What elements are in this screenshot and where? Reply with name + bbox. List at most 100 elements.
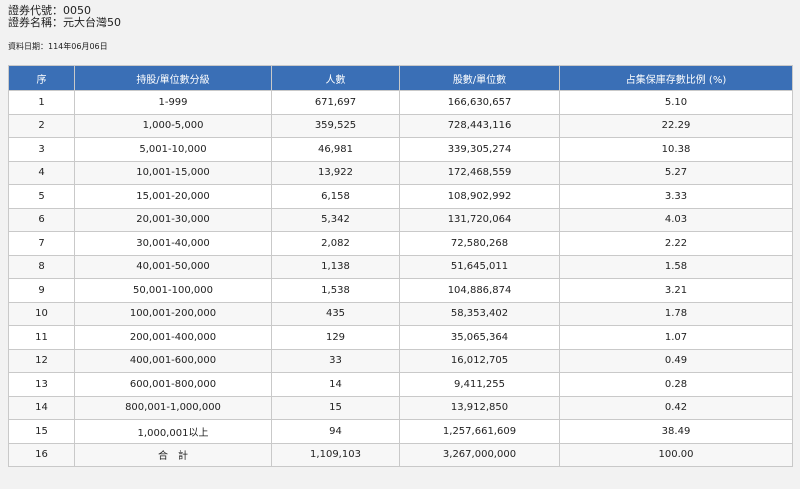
holding-range-cell: 50,001-100,000 bbox=[74, 278, 272, 303]
holding-range-cell: 10,001-15,000 bbox=[74, 160, 272, 185]
holders-cell: 5,342 bbox=[271, 207, 400, 232]
shares-cell: 172,468,559 bbox=[399, 160, 560, 185]
sequence-cell: 8 bbox=[8, 254, 75, 279]
table-row: 1 1-999 671,697 166,630,657 5.10 bbox=[8, 90, 793, 115]
holders-cell: 94 bbox=[271, 419, 400, 444]
holders-cell: 33 bbox=[271, 348, 400, 373]
sequence-cell: 3 bbox=[8, 137, 75, 162]
shares-cell: 16,012,705 bbox=[399, 348, 560, 373]
table-row: 4 10,001-15,000 13,922 172,468,559 5.27 bbox=[8, 160, 793, 185]
sequence-cell: 16 bbox=[8, 442, 75, 467]
holders-cell: 1,109,103 bbox=[271, 442, 400, 467]
column-header-sequence: 序 bbox=[8, 65, 75, 91]
table-row: 13 600,001-800,000 14 9,411,255 0.28 bbox=[8, 372, 793, 397]
shares-cell: 108,902,992 bbox=[399, 184, 560, 209]
column-header-percentage: 占集保庫存數比例 (%) bbox=[559, 65, 793, 91]
table-row: 9 50,001-100,000 1,538 104,886,874 3.21 bbox=[8, 278, 793, 303]
holding-range-cell: 30,001-40,000 bbox=[74, 231, 272, 256]
data-date: 資料日期：114年06月06日 bbox=[8, 42, 108, 51]
sequence-cell: 2 bbox=[8, 113, 75, 138]
shares-cell: 728,443,116 bbox=[399, 113, 560, 138]
shareholding-distribution-table: 序 持股/單位數分級 人數 股數/單位數 占集保庫存數比例 (%) 1 1-999… bbox=[8, 65, 793, 467]
table-row: 5 15,001-20,000 6,158 108,902,992 3.33 bbox=[8, 184, 793, 209]
column-header-shares: 股數/單位數 bbox=[399, 65, 560, 91]
percentage-cell: 1.58 bbox=[559, 254, 793, 279]
shares-cell: 13,912,850 bbox=[399, 395, 560, 420]
shares-cell: 131,720,064 bbox=[399, 207, 560, 232]
holding-range-cell: 400,001-600,000 bbox=[74, 348, 272, 373]
percentage-cell: 0.49 bbox=[559, 348, 793, 373]
shares-cell: 339,305,274 bbox=[399, 137, 560, 162]
table-row: 10 100,001-200,000 435 58,353,402 1.78 bbox=[8, 301, 793, 326]
holding-range-cell: 800,001-1,000,000 bbox=[74, 395, 272, 420]
holders-cell: 6,158 bbox=[271, 184, 400, 209]
table-row: 6 20,001-30,000 5,342 131,720,064 4.03 bbox=[8, 207, 793, 232]
column-header-holding-range: 持股/單位數分級 bbox=[74, 65, 272, 91]
sequence-cell: 15 bbox=[8, 419, 75, 444]
sequence-cell: 6 bbox=[8, 207, 75, 232]
sequence-cell: 1 bbox=[8, 90, 75, 115]
table-row: 11 200,001-400,000 129 35,065,364 1.07 bbox=[8, 325, 793, 350]
security-name-value: 元大台灣50 bbox=[63, 16, 121, 29]
total-row: 16 合 計 1,109,103 3,267,000,000 100.00 bbox=[8, 442, 793, 467]
holders-cell: 1,538 bbox=[271, 278, 400, 303]
percentage-cell: 100.00 bbox=[559, 442, 793, 467]
percentage-cell: 10.38 bbox=[559, 137, 793, 162]
table-row: 14 800,001-1,000,000 15 13,912,850 0.42 bbox=[8, 395, 793, 420]
security-name-label: 證券名稱： bbox=[8, 16, 63, 29]
sequence-cell: 14 bbox=[8, 395, 75, 420]
holders-cell: 13,922 bbox=[271, 160, 400, 185]
tdcc-shareholding-page: { "security": { "code_label": "證券代號：", "… bbox=[0, 0, 800, 489]
holding-range-cell: 200,001-400,000 bbox=[74, 325, 272, 350]
percentage-cell: 38.49 bbox=[559, 419, 793, 444]
holding-range-cell: 40,001-50,000 bbox=[74, 254, 272, 279]
holding-range-cell: 合 計 bbox=[74, 442, 272, 467]
holders-cell: 2,082 bbox=[271, 231, 400, 256]
shares-cell: 72,580,268 bbox=[399, 231, 560, 256]
percentage-cell: 5.27 bbox=[559, 160, 793, 185]
percentage-cell: 0.42 bbox=[559, 395, 793, 420]
holders-cell: 435 bbox=[271, 301, 400, 326]
column-header-holders: 人數 bbox=[271, 65, 400, 91]
table-row: 7 30,001-40,000 2,082 72,580,268 2.22 bbox=[8, 231, 793, 256]
table-row: 8 40,001-50,000 1,138 51,645,011 1.58 bbox=[8, 254, 793, 279]
table-row: 15 1,000,001以上 94 1,257,661,609 38.49 bbox=[8, 419, 793, 444]
header-row: 序 持股/單位數分級 人數 股數/單位數 占集保庫存數比例 (%) bbox=[8, 65, 793, 91]
percentage-cell: 4.03 bbox=[559, 207, 793, 232]
percentage-cell: 5.10 bbox=[559, 90, 793, 115]
holding-range-cell: 600,001-800,000 bbox=[74, 372, 272, 397]
sequence-cell: 12 bbox=[8, 348, 75, 373]
shares-cell: 9,411,255 bbox=[399, 372, 560, 397]
table-header: 序 持股/單位數分級 人數 股數/單位數 占集保庫存數比例 (%) bbox=[8, 65, 793, 91]
percentage-cell: 3.33 bbox=[559, 184, 793, 209]
shares-cell: 166,630,657 bbox=[399, 90, 560, 115]
holders-cell: 1,138 bbox=[271, 254, 400, 279]
shares-cell: 1,257,661,609 bbox=[399, 419, 560, 444]
sequence-cell: 5 bbox=[8, 184, 75, 209]
sequence-cell: 9 bbox=[8, 278, 75, 303]
table-body: 1 1-999 671,697 166,630,657 5.10 2 1,000-5,000… bbox=[8, 90, 793, 467]
sequence-cell: 10 bbox=[8, 301, 75, 326]
security-name-line: 證券名稱：元大台灣50 bbox=[8, 17, 121, 29]
sequence-cell: 13 bbox=[8, 372, 75, 397]
percentage-cell: 0.28 bbox=[559, 372, 793, 397]
holders-cell: 129 bbox=[271, 325, 400, 350]
percentage-cell: 22.29 bbox=[559, 113, 793, 138]
shares-cell: 35,065,364 bbox=[399, 325, 560, 350]
holding-range-cell: 1,000,001以上 bbox=[74, 419, 272, 444]
sequence-cell: 11 bbox=[8, 325, 75, 350]
percentage-cell: 1.07 bbox=[559, 325, 793, 350]
holding-range-cell: 1,000-5,000 bbox=[74, 113, 272, 138]
holding-range-cell: 15,001-20,000 bbox=[74, 184, 272, 209]
holders-cell: 14 bbox=[271, 372, 400, 397]
sequence-cell: 4 bbox=[8, 160, 75, 185]
holding-range-cell: 5,001-10,000 bbox=[74, 137, 272, 162]
holders-cell: 46,981 bbox=[271, 137, 400, 162]
holders-cell: 359,525 bbox=[271, 113, 400, 138]
percentage-cell: 2.22 bbox=[559, 231, 793, 256]
table-row: 12 400,001-600,000 33 16,012,705 0.49 bbox=[8, 348, 793, 373]
holding-range-cell: 20,001-30,000 bbox=[74, 207, 272, 232]
sequence-cell: 7 bbox=[8, 231, 75, 256]
holding-range-cell: 100,001-200,000 bbox=[74, 301, 272, 326]
shares-cell: 51,645,011 bbox=[399, 254, 560, 279]
